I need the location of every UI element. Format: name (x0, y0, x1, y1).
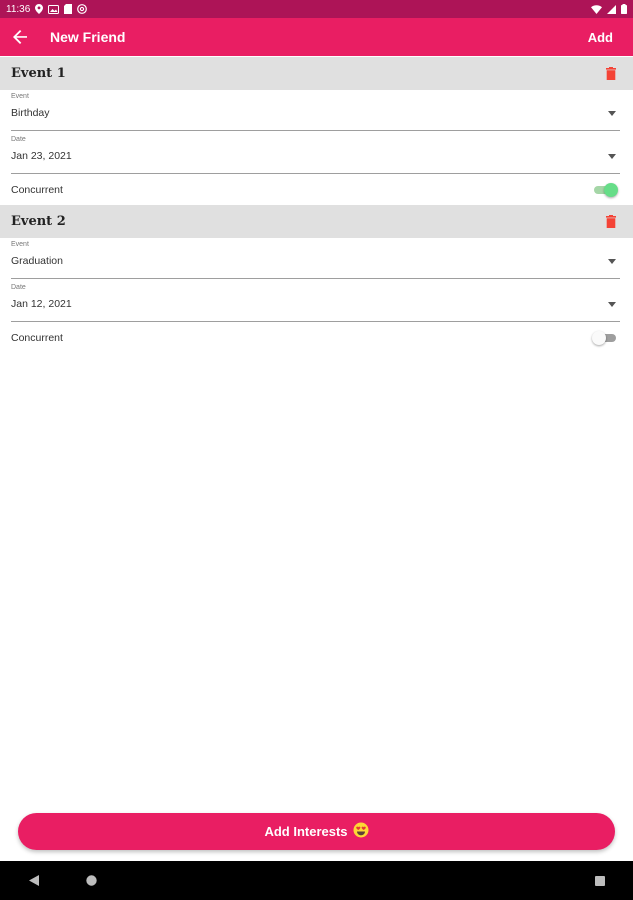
event-title: Event 2 (11, 214, 66, 229)
dropdown-caret-icon (608, 302, 616, 307)
add-interests-button[interactable]: Add Interests (18, 813, 615, 850)
event-type-select[interactable]: Event Graduation (11, 241, 620, 279)
trash-icon (606, 67, 616, 80)
delete-event-button[interactable] (606, 67, 616, 80)
delete-event-button[interactable] (606, 215, 616, 228)
nav-recents-icon (595, 875, 605, 886)
event-title: Event 1 (11, 66, 66, 81)
trash-icon (606, 215, 616, 228)
concurrent-toggle[interactable] (592, 330, 620, 346)
event-date-select[interactable]: Date Jan 23, 2021 (11, 136, 620, 174)
dropdown-caret-icon (608, 111, 616, 116)
field-label: Date (11, 136, 26, 143)
page-title: New Friend (50, 29, 126, 45)
field-label: Event (11, 93, 29, 100)
field-value: Jan 23, 2021 (11, 150, 72, 162)
event-date-select[interactable]: Date Jan 12, 2021 (11, 284, 620, 322)
nav-back-button[interactable] (14, 861, 54, 900)
back-button[interactable] (0, 18, 40, 56)
nav-home-button[interactable] (71, 861, 111, 900)
nav-home-icon (85, 875, 97, 886)
status-time: 11:36 (6, 3, 31, 15)
wifi-icon (591, 4, 602, 14)
status-bar: 11:36 (0, 0, 633, 18)
field-value: Graduation (11, 255, 63, 267)
event-type-select[interactable]: Event Birthday (11, 93, 620, 131)
concurrent-row: Concurrent (11, 176, 620, 204)
system-nav-bar (0, 861, 633, 900)
image-icon (48, 4, 60, 14)
field-value: Jan 12, 2021 (11, 298, 72, 310)
nav-recents-button[interactable] (580, 861, 620, 900)
concurrent-label: Concurrent (11, 332, 63, 344)
dropdown-caret-icon (608, 259, 616, 264)
concurrent-label: Concurrent (11, 184, 63, 196)
nav-back-icon (29, 875, 39, 886)
signal-icon (607, 4, 616, 14)
event-header: Event 1 (0, 57, 633, 90)
dropdown-caret-icon (608, 154, 616, 159)
toggle-thumb (592, 331, 606, 345)
heart-eyes-emoji-icon (353, 822, 369, 841)
field-label: Event (11, 241, 29, 248)
location-icon (35, 4, 44, 14)
field-value: Birthday (11, 107, 50, 119)
event-header: Event 2 (0, 205, 633, 238)
toggle-thumb (604, 183, 618, 197)
concurrent-row: Concurrent (11, 324, 620, 352)
at-sign-icon (77, 4, 88, 14)
add-interests-label: Add Interests (264, 824, 348, 839)
add-button[interactable]: Add (588, 30, 613, 45)
arrow-back-icon (13, 30, 27, 44)
concurrent-toggle[interactable] (592, 182, 620, 198)
battery-icon (621, 4, 627, 14)
sd-card-icon (64, 4, 73, 14)
field-label: Date (11, 284, 26, 291)
app-bar: New Friend Add (0, 18, 633, 56)
